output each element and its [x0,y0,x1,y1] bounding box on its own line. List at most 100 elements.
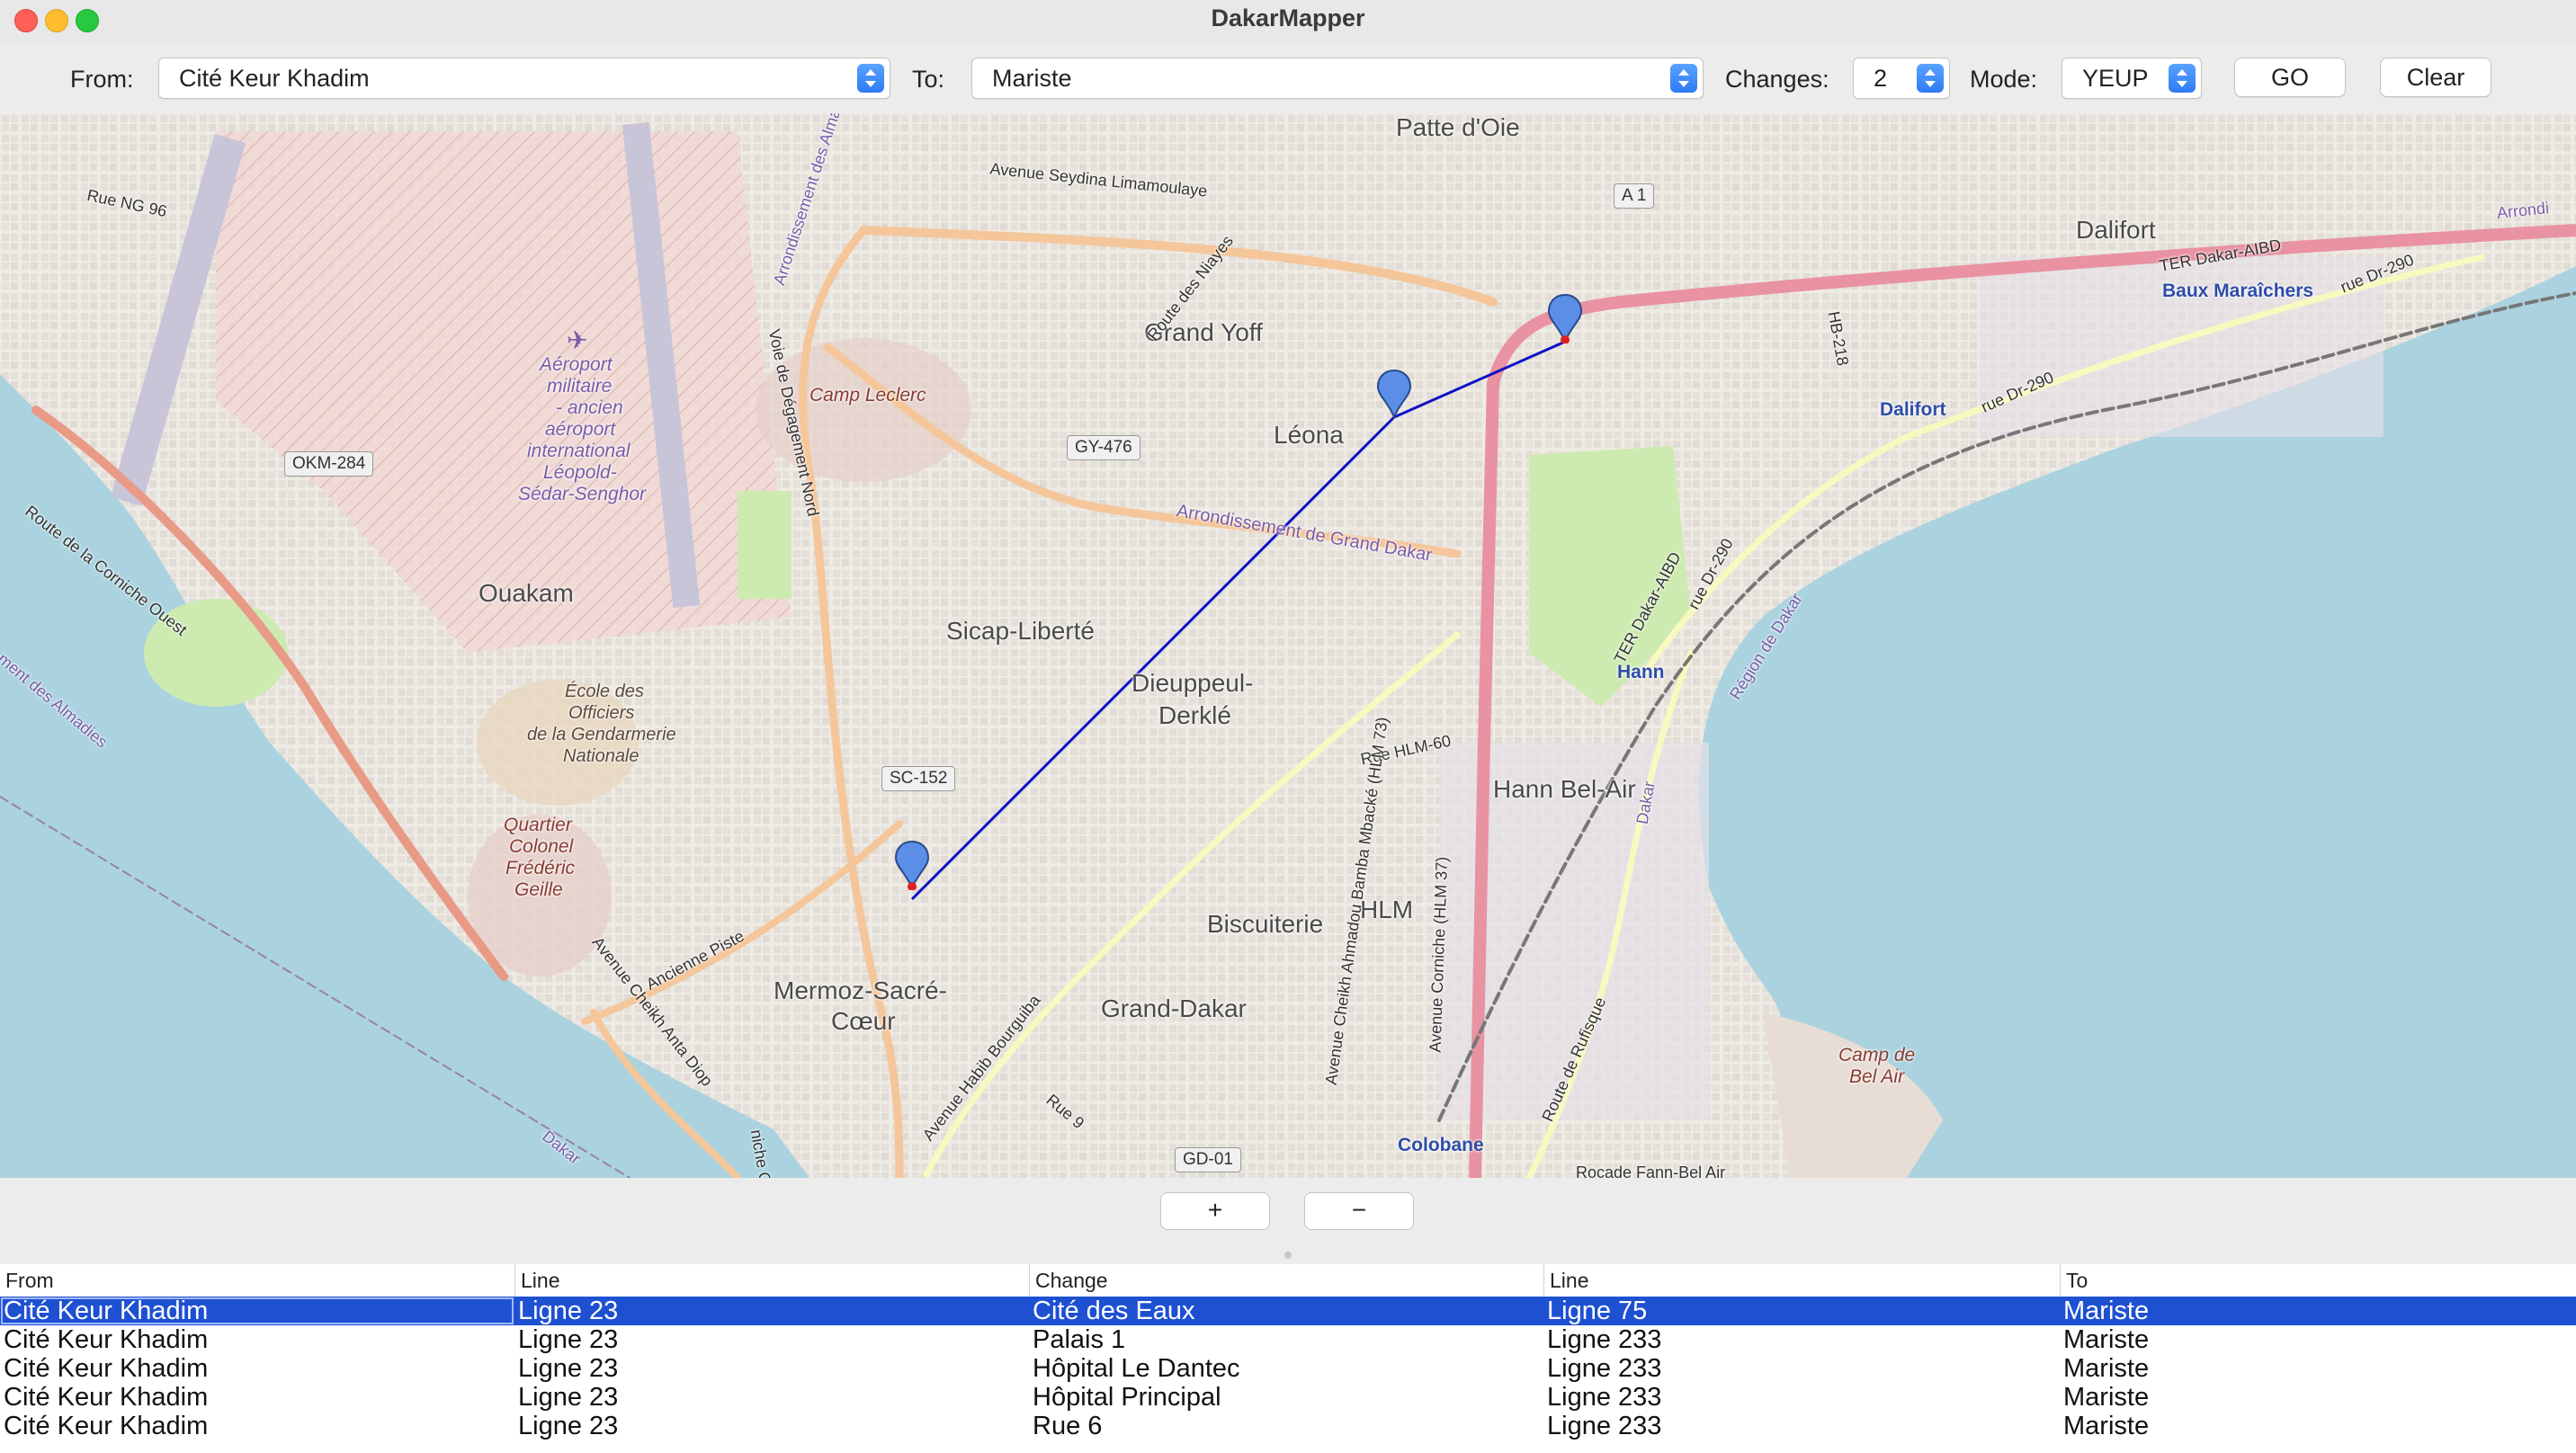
poi-aeroport-5: international [527,441,631,461]
park-2 [738,491,792,599]
table-row[interactable]: Cité Keur Khadim Ligne 23 Hôpital Le Dan… [0,1354,2576,1383]
map-canvas [0,113,2576,1178]
place-patte-doie: Patte d'Oie [1396,113,1520,141]
place-mermoz-2: Cœur [831,1007,896,1035]
poi-quartier-3: Frédéric [505,858,576,878]
poi-ecole-3: de la Gendarmerie [527,725,676,744]
cell-line-2: Ligne 233 [1547,1383,1662,1412]
split-pane-handle[interactable] [1284,1252,1292,1259]
cell-to: Mariste [2063,1325,2150,1354]
to-select[interactable]: Mariste [971,58,1704,99]
title-bar: DakarMapper [0,0,2576,44]
poi-camp-bel-air-1: Camp de [1838,1045,1916,1065]
mode-select-arrows-icon [2169,64,2196,93]
column-header-line[interactable]: Line [514,1264,1029,1297]
poi-aeroport-3: - ancien [556,397,623,418]
poi-ecole-2: Officiers [568,703,635,723]
cell-line-2: Ligne 75 [1547,1297,1648,1325]
station-dalifort: Dalifort [1880,399,1946,420]
zoom-out-button[interactable]: − [1304,1192,1414,1230]
poi-ecole-1: École des [565,682,644,701]
road-rocade: Rocade Fann-Bel Air [1576,1163,1726,1178]
from-label: From: [70,66,134,93]
poi-aeroport-6: Léopold- [543,462,617,483]
station-baux-maraichers: Baux Maraîchers [2162,281,2314,301]
cell-line-2: Ligne 233 [1547,1412,1662,1440]
window-title: DakarMapper [1211,4,1365,31]
from-select[interactable]: Cité Keur Khadim [158,58,890,99]
cell-to: Mariste [2063,1354,2150,1383]
changes-select-arrows-icon [1917,64,1944,93]
mode-label: Mode: [1970,66,2038,93]
shield-gd01: GD-01 [1175,1147,1241,1172]
from-select-value: Cité Keur Khadim [179,65,370,92]
cell-line-2: Ligne 233 [1547,1325,1662,1354]
column-header-to[interactable]: To [2060,1264,2576,1297]
cell-from: Cité Keur Khadim [0,1297,514,1325]
column-header-from[interactable]: From [0,1264,514,1297]
poi-aeroport-4: aéroport [545,419,616,440]
table-row[interactable]: Cité Keur Khadim Ligne 23 Cité des Eaux … [0,1297,2576,1325]
cell-from: Cité Keur Khadim [4,1412,209,1440]
cell-line: Ligne 23 [518,1383,619,1412]
cell-line-2: Ligne 233 [1547,1354,1662,1383]
go-button[interactable]: GO [2234,58,2346,97]
cell-line: Ligne 23 [518,1325,619,1354]
cell-line: Ligne 23 [518,1354,619,1383]
poi-camp-leclerc: Camp Leclerc [809,385,926,406]
place-hlm: HLM [1360,896,1414,923]
marker-pin-icon[interactable] [894,840,930,890]
cell-from: Cité Keur Khadim [4,1383,209,1412]
cell-from: Cité Keur Khadim [4,1325,209,1354]
zoom-bar: + − [0,1178,2576,1264]
cell-to: Mariste [2063,1297,2150,1325]
cell-from: Cité Keur Khadim [4,1354,209,1383]
poi-aeroport-1: Aéroport [540,354,613,375]
place-sicap-liberte: Sicap-Liberté [946,617,1095,645]
map-view[interactable]: Patte d'Oie Grand Yoff Léona Dalifort Ou… [0,113,2576,1178]
place-dieuppeul-1: Dieuppeul- [1131,669,1254,697]
cell-line: Ligne 23 [518,1297,619,1325]
shield-gy476: GY-476 [1067,435,1140,460]
column-header-line-2[interactable]: Line [1543,1264,2060,1297]
cell-change: Rue 6 [1033,1412,1103,1440]
place-grand-dakar: Grand-Dakar [1101,994,1247,1022]
cell-change: Palais 1 [1033,1325,1126,1354]
results-table: From Line Change Line To Cité Keur Khadi… [0,1264,2576,1453]
column-header-change[interactable]: Change [1029,1264,1543,1297]
poi-aeroport-7: Sédar-Senghor [518,484,647,504]
shield-sc152: SC-152 [881,766,956,791]
route-toolbar: From: Cité Keur Khadim To: Mariste Chang… [0,43,2576,113]
to-label: To: [912,66,945,93]
to-select-value: Mariste [992,65,1072,92]
place-mermoz-1: Mermoz-Sacré- [774,976,947,1004]
poi-quartier-2: Colonel [509,836,574,857]
to-select-arrows-icon [1670,64,1697,93]
cell-to: Mariste [2063,1383,2150,1412]
clear-button[interactable]: Clear [2380,58,2491,97]
station-colobane: Colobane [1398,1135,1484,1155]
place-dieuppeul-2: Derklé [1158,701,1231,729]
cell-change: Cité des Eaux [1033,1297,1195,1325]
poi-aeroport-2: militaire [547,376,613,397]
table-header: From Line Change Line To [0,1264,2576,1297]
place-leona: Léona [1274,421,1344,449]
zoom-in-button[interactable]: + [1160,1192,1270,1230]
cell-change: Hôpital Le Dantec [1033,1354,1240,1383]
mode-select-value: YEUP [2082,65,2149,92]
changes-select[interactable]: 2 [1853,58,1950,99]
poi-quartier-4: Geille [514,879,563,900]
shield-okm284: OKM-284 [284,451,374,477]
table-row[interactable]: Cité Keur Khadim Ligne 23 Rue 6 Ligne 23… [0,1412,2576,1440]
marker-pin-icon[interactable] [1547,293,1583,343]
marker-pin-icon[interactable] [1376,369,1412,419]
place-ouakam: Ouakam [479,579,574,607]
place-dalifort: Dalifort [2076,216,2156,244]
mode-select[interactable]: YEUP [2062,58,2202,99]
from-select-arrows-icon [857,64,884,93]
place-biscuiterie: Biscuiterie [1207,910,1324,938]
table-row[interactable]: Cité Keur Khadim Ligne 23 Hôpital Princi… [0,1383,2576,1412]
poi-camp-bel-air-2: Bel Air [1849,1066,1905,1087]
cell-to: Mariste [2063,1412,2150,1440]
table-row[interactable]: Cité Keur Khadim Ligne 23 Palais 1 Ligne… [0,1325,2576,1354]
